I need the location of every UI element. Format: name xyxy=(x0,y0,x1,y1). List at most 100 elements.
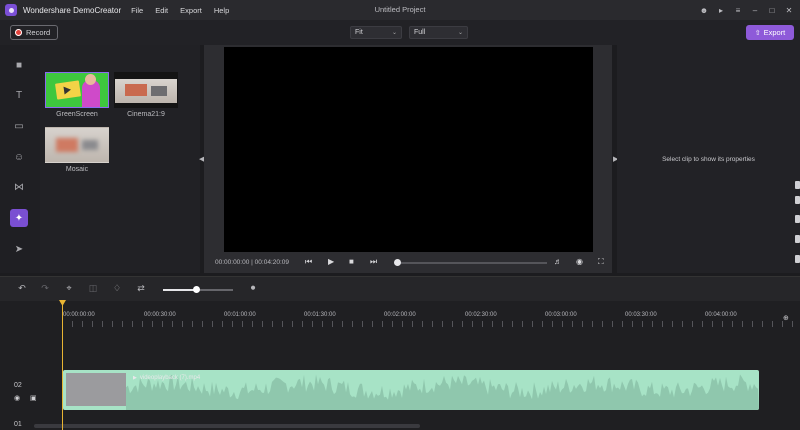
ruler-label: 00:00:30:00 xyxy=(144,312,176,318)
effect-label: Cinema21:9 xyxy=(127,111,165,118)
menu-export[interactable]: Export xyxy=(180,6,202,15)
preview-scrubber[interactable] xyxy=(397,262,547,264)
transition-icon[interactable]: ⋈ xyxy=(10,178,28,196)
effect-label: GreenScreen xyxy=(56,111,98,118)
marker-icon[interactable]: ♢ xyxy=(111,283,123,294)
menu-bar: File Edit Export Help xyxy=(131,6,241,15)
current-time: 00:00:00:00 xyxy=(215,259,250,266)
eye-icon[interactable]: ◉ xyxy=(14,394,20,402)
properties-empty-message: Select clip to show its properties xyxy=(662,156,755,163)
play-icon[interactable]: ▶ xyxy=(328,257,334,266)
track-number: 02 xyxy=(14,382,22,389)
fit-select[interactable]: Fit ⌄ xyxy=(350,26,402,39)
menu-file[interactable]: File xyxy=(131,6,143,15)
zoom-in-icon[interactable]: ⊕ xyxy=(783,314,800,326)
record-button[interactable]: Record xyxy=(10,25,58,40)
annotation-icon[interactable]: ▭ xyxy=(10,117,28,135)
next-frame-icon[interactable]: ⏭ xyxy=(370,257,377,267)
track-number: 01 xyxy=(14,421,22,428)
ruler-label: 00:04:00:00 xyxy=(705,312,737,318)
text-icon[interactable]: T xyxy=(10,86,28,104)
scrubber-handle[interactable] xyxy=(394,259,401,266)
folder-icon[interactable]: ■ xyxy=(10,56,28,74)
play-card xyxy=(55,80,81,100)
undo-icon[interactable]: ↶ xyxy=(16,283,28,294)
properties-panel: Select clip to show its properties xyxy=(617,45,800,273)
menu-edit[interactable]: Edit xyxy=(155,6,168,15)
microphone-icon[interactable]: ⚫ xyxy=(247,283,259,294)
main-toolbar: Record Fit ⌄ Full ⌄ ⇧ Export xyxy=(0,20,800,45)
effect-thumb-greenscreen[interactable] xyxy=(45,72,109,108)
stop-icon[interactable]: ■ xyxy=(349,257,354,266)
close-icon[interactable]: ✕ xyxy=(782,3,796,17)
record-label: Record xyxy=(26,28,51,37)
sticker-icon[interactable]: ☺ xyxy=(10,148,28,166)
ruler-label: 00:03:30:00 xyxy=(625,312,657,318)
fullscreen-icon[interactable]: ⛶ xyxy=(598,257,604,267)
panel-icon[interactable] xyxy=(795,196,800,204)
split-icon[interactable]: ◫ xyxy=(87,283,99,294)
record-icon xyxy=(15,29,22,36)
ruler-label: 00:01:30:00 xyxy=(304,312,336,318)
menu-icon[interactable]: ≡ xyxy=(731,3,745,17)
ruler-label: 00:02:00:00 xyxy=(384,312,416,318)
account-icon[interactable]: ☻ xyxy=(697,3,711,17)
ruler-label: 00:01:00:00 xyxy=(224,312,256,318)
minimize-icon[interactable]: – xyxy=(748,3,762,17)
redo-icon[interactable]: ↷ xyxy=(39,283,51,294)
title-bar: Wondershare DemoCreator File Edit Export… xyxy=(0,0,800,20)
preview-panel: 00:00:00:00 | 00:04:20:09 ⏮ ▶ ■ ⏭ ♬ ◉ ⛶ xyxy=(204,45,612,273)
clip-name: videoplayback (7).mp4 xyxy=(133,375,200,381)
effect-thumb-cinema[interactable] xyxy=(114,72,178,108)
video-clip[interactable]: videoplayback (7).mp4 xyxy=(63,370,759,410)
playback-bar: 00:00:00:00 | 00:04:20:09 ⏮ ▶ ■ ⏭ ♬ ◉ ⛶ xyxy=(204,252,612,273)
previous-frame-icon[interactable]: ⏮ xyxy=(305,257,312,267)
quality-value: Full xyxy=(414,29,426,36)
timeline-toolbar: ↶ ↷ ⌖ ◫ ♢ ⇄ ⚫ xyxy=(0,276,800,301)
cursor-effect-icon[interactable]: ➤ xyxy=(10,240,28,258)
chevron-down-icon: ⌄ xyxy=(457,30,463,36)
snapshot-icon[interactable]: ◉ xyxy=(576,257,583,266)
crop-icon[interactable]: ⌖ xyxy=(63,283,75,294)
fit-value: Fit xyxy=(355,29,363,36)
timeline-scrollbar[interactable] xyxy=(34,424,420,428)
maximize-icon[interactable]: □ xyxy=(765,3,779,17)
volume-icon[interactable]: ♬ xyxy=(554,257,562,266)
lock-icon[interactable]: ▣ xyxy=(30,394,37,402)
export-label: Export xyxy=(763,28,786,37)
zoom-slider-handle[interactable] xyxy=(193,286,200,293)
library-sidebar: ■ T ▭ ☺ ⋈ ✦ ➤ xyxy=(0,45,40,273)
scene-image xyxy=(115,79,177,103)
zoom-slider-fill xyxy=(163,289,196,291)
window-controls: ☻ ▸ ≡ – □ ✕ xyxy=(694,3,796,17)
time-separator: | xyxy=(251,259,253,266)
total-time: 00:04:20:09 xyxy=(254,259,290,266)
panel-icon[interactable] xyxy=(795,215,800,223)
person-head xyxy=(85,74,96,85)
fit-timeline-icon[interactable]: ⇄ xyxy=(135,283,147,294)
ruler-label: 00:02:30:00 xyxy=(465,312,497,318)
effect-thumb-mosaic[interactable] xyxy=(45,127,109,163)
timeline[interactable]: 00:00:00:00 00:00:30:00 00:01:00:00 00:0… xyxy=(0,300,800,430)
preview-canvas[interactable] xyxy=(224,47,593,252)
clip-thumbnail xyxy=(66,373,126,406)
app-logo-icon xyxy=(5,4,17,16)
export-icon: ⇧ xyxy=(754,29,761,37)
add-icon[interactable] xyxy=(795,181,800,189)
export-button[interactable]: ⇧ Export xyxy=(746,25,794,40)
settings-icon[interactable] xyxy=(795,255,800,263)
track-header: 02 ◉ ▣ xyxy=(0,367,62,411)
effect-label: Mosaic xyxy=(65,166,89,173)
ruler-ticks xyxy=(62,321,800,327)
cart-icon[interactable]: ▸ xyxy=(714,3,728,17)
effects-icon[interactable]: ✦ xyxy=(10,209,28,227)
effects-panel: GreenScreen Cinema21:9 Mosaic xyxy=(40,45,200,273)
ruler-label: 00:03:00:00 xyxy=(545,312,577,318)
menu-help[interactable]: Help xyxy=(214,6,229,15)
copy-icon[interactable] xyxy=(795,235,800,243)
chevron-down-icon: ⌄ xyxy=(391,30,397,36)
playhead[interactable] xyxy=(62,301,63,430)
ruler-label: 00:00:00:00 xyxy=(63,312,95,318)
quality-select[interactable]: Full ⌄ xyxy=(409,26,468,39)
timecode: 00:00:00:00 | 00:04:20:09 xyxy=(215,259,289,266)
